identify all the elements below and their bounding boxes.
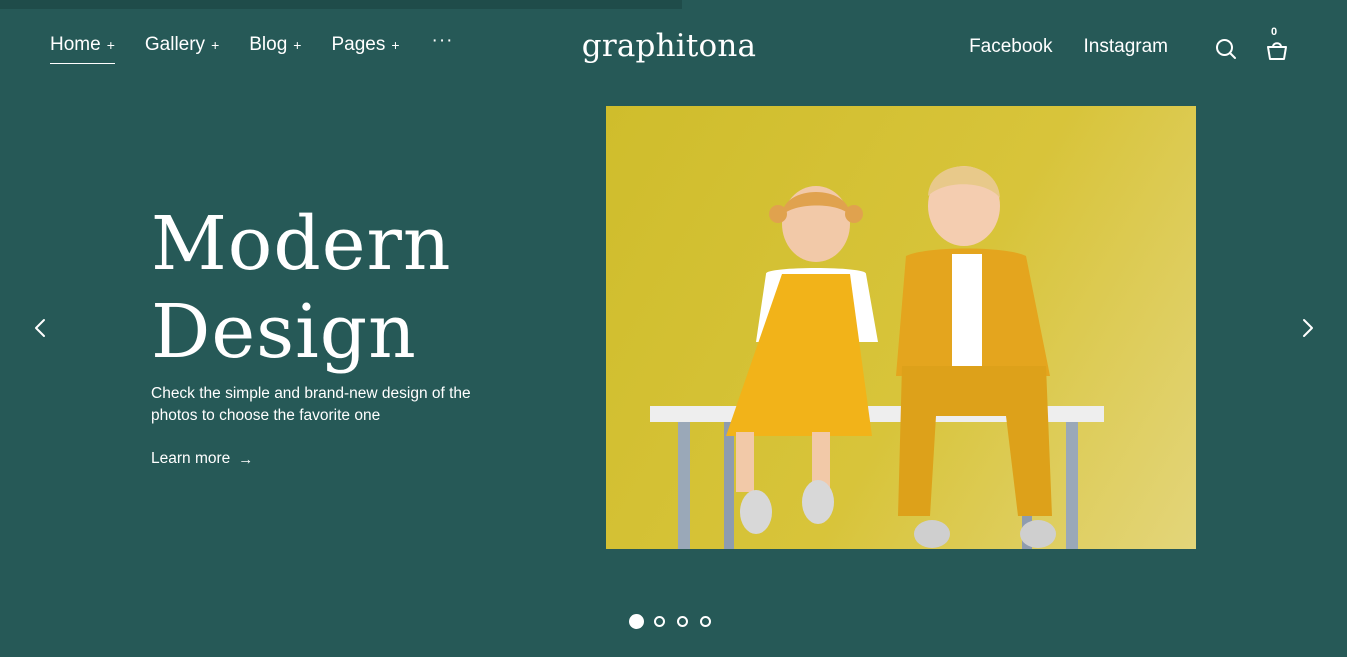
slider-pagination: [629, 614, 723, 629]
learn-more-label: Learn more: [151, 450, 231, 467]
chevron-left-icon: [35, 319, 45, 337]
chevron-right-icon: [1303, 319, 1313, 337]
shopping-bag-icon: [1267, 42, 1287, 60]
prev-slide-button[interactable]: [30, 316, 50, 340]
slide-dot-1[interactable]: [629, 614, 644, 629]
learn-more-link[interactable]: Learn more →: [151, 450, 253, 468]
hero-title-line: Design: [151, 289, 417, 375]
hero-image: [606, 106, 1196, 549]
children-photo-illustration: [650, 166, 1104, 549]
hero-title-line: Modern: [151, 201, 452, 287]
hero-description: Check the simple and brand-new design of…: [151, 385, 471, 424]
cart-button[interactable]: [1265, 38, 1289, 62]
slide-dot-3[interactable]: [677, 616, 688, 627]
slider-progress-bar: [0, 0, 682, 9]
slide-dot-2[interactable]: [654, 616, 665, 627]
search-icon: [1216, 39, 1236, 59]
instagram-link[interactable]: Instagram: [1084, 36, 1168, 58]
search-button[interactable]: [1214, 37, 1238, 61]
next-slide-button[interactable]: [1298, 316, 1318, 340]
slide-dot-4[interactable]: [700, 616, 711, 627]
hero-title: Modern Design: [151, 200, 452, 376]
facebook-link[interactable]: Facebook: [969, 36, 1052, 58]
cart-count-badge: 0: [1271, 26, 1278, 38]
social-links: Facebook Instagram: [938, 36, 1168, 58]
arrow-right-icon: →: [238, 450, 254, 468]
